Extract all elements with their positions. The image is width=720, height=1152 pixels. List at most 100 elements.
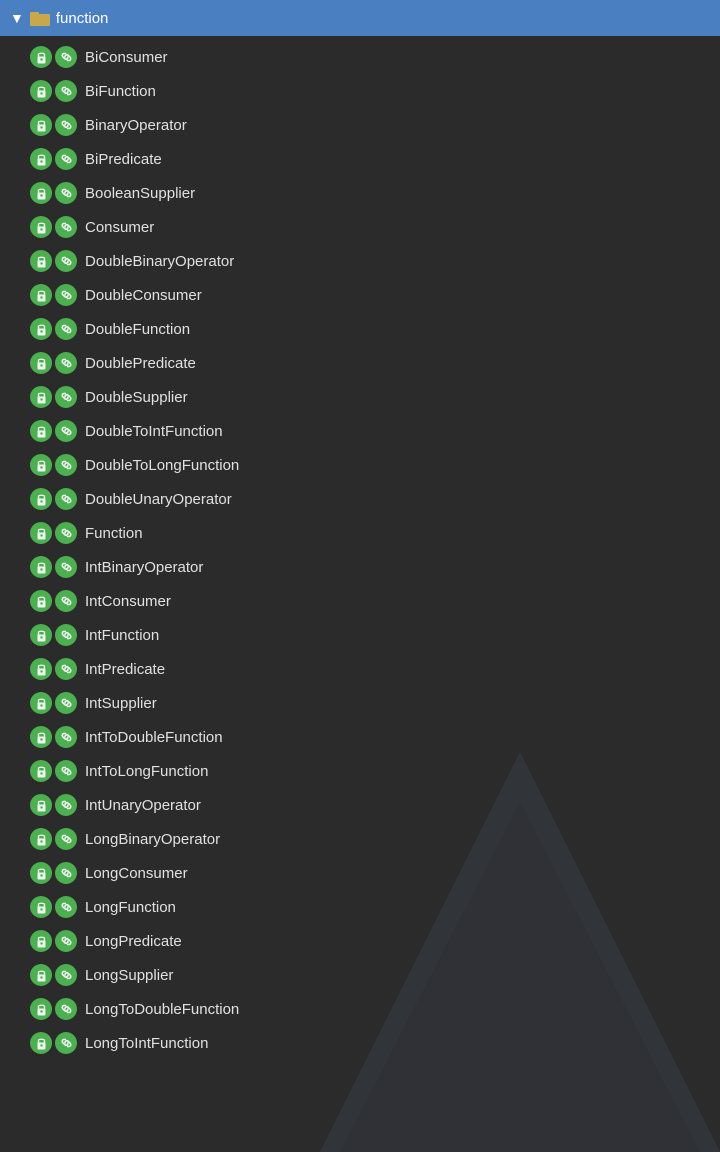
list-item[interactable]: LongFunction (0, 890, 720, 924)
list-item[interactable]: DoublePredicate (0, 346, 720, 380)
item-label: IntPredicate (85, 661, 165, 678)
lock-icon (30, 862, 52, 884)
link-icon (55, 828, 77, 850)
link-icon (55, 454, 77, 476)
item-label: LongConsumer (85, 865, 188, 882)
icon-group (30, 624, 77, 646)
icon-group (30, 454, 77, 476)
list-item[interactable]: BiConsumer (0, 40, 720, 74)
list-item[interactable]: BiFunction (0, 74, 720, 108)
item-label: BiConsumer (85, 49, 168, 66)
icon-group (30, 182, 77, 204)
icon-group (30, 114, 77, 136)
lock-icon (30, 998, 52, 1020)
expand-arrow[interactable]: ▼ (10, 10, 24, 26)
list-item[interactable]: Function (0, 516, 720, 550)
item-label: BiFunction (85, 83, 156, 100)
icon-group (30, 250, 77, 272)
item-label: DoubleToLongFunction (85, 457, 239, 474)
item-label: DoublePredicate (85, 355, 196, 372)
icon-group (30, 352, 77, 374)
icon-group (30, 284, 77, 306)
link-icon (55, 692, 77, 714)
item-label: IntConsumer (85, 593, 171, 610)
item-label: LongToDoubleFunction (85, 1001, 239, 1018)
lock-icon (30, 216, 52, 238)
item-label: LongBinaryOperator (85, 831, 220, 848)
icon-group (30, 556, 77, 578)
icon-group (30, 862, 77, 884)
lock-icon (30, 726, 52, 748)
list-item[interactable]: LongToDoubleFunction (0, 992, 720, 1026)
item-label: IntUnaryOperator (85, 797, 201, 814)
link-icon (55, 284, 77, 306)
list-item[interactable]: DoubleBinaryOperator (0, 244, 720, 278)
list-item[interactable]: DoubleUnaryOperator (0, 482, 720, 516)
icon-group (30, 148, 77, 170)
list-item[interactable]: DoubleToLongFunction (0, 448, 720, 482)
link-icon (55, 794, 77, 816)
list-item[interactable]: LongBinaryOperator (0, 822, 720, 856)
list-item[interactable]: IntUnaryOperator (0, 788, 720, 822)
list-item[interactable]: BinaryOperator (0, 108, 720, 142)
list-item[interactable]: BooleanSupplier (0, 176, 720, 210)
link-icon (55, 590, 77, 612)
lock-icon (30, 896, 52, 918)
list-item[interactable]: LongToIntFunction (0, 1026, 720, 1060)
item-label: BinaryOperator (85, 117, 187, 134)
icon-group (30, 658, 77, 680)
lock-icon (30, 182, 52, 204)
link-icon (55, 420, 77, 442)
link-icon (55, 624, 77, 646)
link-icon (55, 386, 77, 408)
list-item[interactable]: LongConsumer (0, 856, 720, 890)
list-item[interactable]: DoubleToIntFunction (0, 414, 720, 448)
item-label: DoubleToIntFunction (85, 423, 223, 440)
lock-icon (30, 454, 52, 476)
lock-icon (30, 386, 52, 408)
link-icon (55, 998, 77, 1020)
icon-group (30, 1032, 77, 1054)
items-list: BiConsumer BiFunction (0, 36, 720, 1064)
list-item[interactable]: LongPredicate (0, 924, 720, 958)
link-icon (55, 930, 77, 952)
list-item[interactable]: Consumer (0, 210, 720, 244)
lock-icon (30, 658, 52, 680)
icon-group (30, 692, 77, 714)
lock-icon (30, 488, 52, 510)
link-icon (55, 522, 77, 544)
list-item[interactable]: IntFunction (0, 618, 720, 652)
link-icon (55, 250, 77, 272)
item-label: Consumer (85, 219, 154, 236)
lock-icon (30, 556, 52, 578)
item-label: IntSupplier (85, 695, 157, 712)
list-item[interactable]: BiPredicate (0, 142, 720, 176)
link-icon (55, 760, 77, 782)
item-label: LongToIntFunction (85, 1035, 208, 1052)
list-item[interactable]: IntToDoubleFunction (0, 720, 720, 754)
list-item[interactable]: IntSupplier (0, 686, 720, 720)
list-item[interactable]: DoubleConsumer (0, 278, 720, 312)
lock-icon (30, 522, 52, 544)
list-item[interactable]: IntToLongFunction (0, 754, 720, 788)
lock-icon (30, 114, 52, 136)
list-item[interactable]: LongSupplier (0, 958, 720, 992)
icon-group (30, 590, 77, 612)
lock-icon (30, 148, 52, 170)
item-label: DoubleFunction (85, 321, 190, 338)
list-item[interactable]: IntConsumer (0, 584, 720, 618)
link-icon (55, 148, 77, 170)
link-icon (55, 1032, 77, 1054)
icon-group (30, 726, 77, 748)
list-item[interactable]: DoubleSupplier (0, 380, 720, 414)
link-icon (55, 318, 77, 340)
list-item[interactable]: DoubleFunction (0, 312, 720, 346)
icon-group (30, 522, 77, 544)
list-item[interactable]: IntPredicate (0, 652, 720, 686)
lock-icon (30, 964, 52, 986)
icon-group (30, 420, 77, 442)
link-icon (55, 556, 77, 578)
icon-group (30, 216, 77, 238)
list-item[interactable]: IntBinaryOperator (0, 550, 720, 584)
icon-group (30, 896, 77, 918)
